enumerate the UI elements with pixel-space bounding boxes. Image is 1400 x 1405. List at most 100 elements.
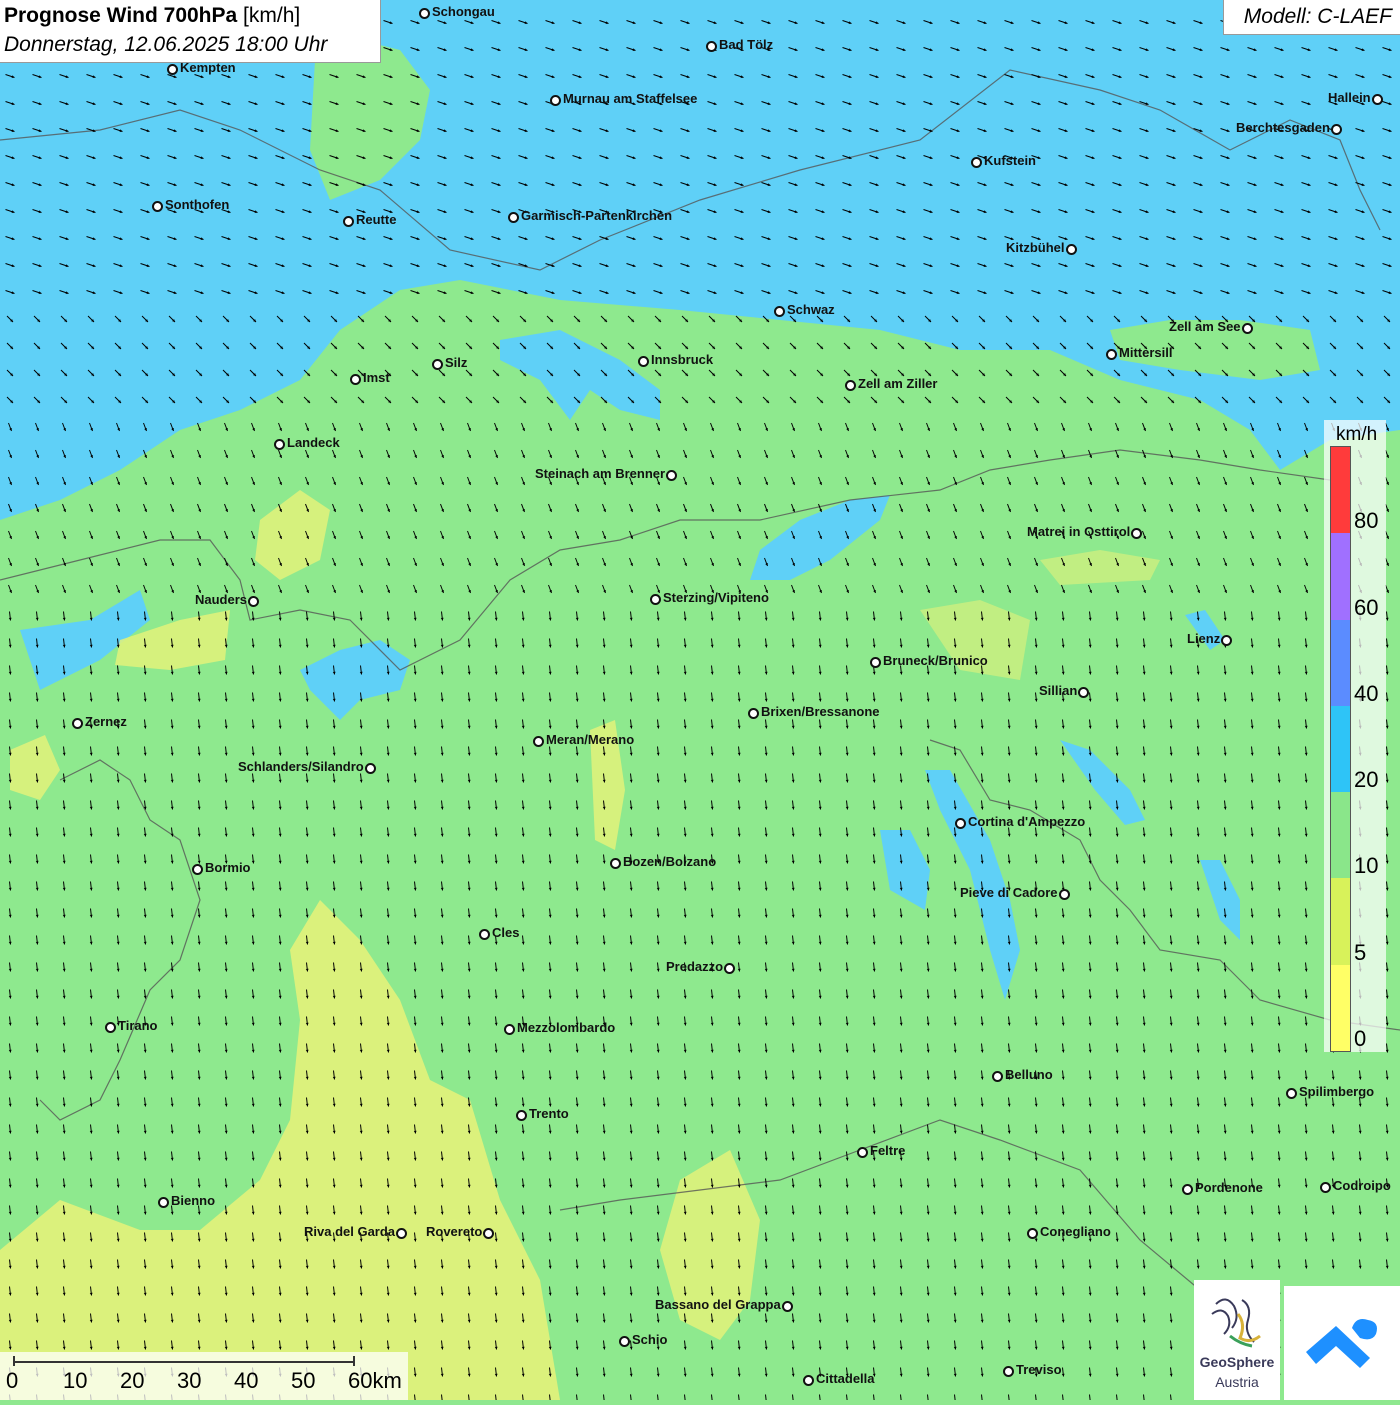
city-label: Bienno <box>171 1193 215 1208</box>
legend-label: 60 <box>1354 595 1378 621</box>
city-label: Cortina d'Ampezzo <box>968 814 1085 829</box>
city-marker <box>365 763 376 774</box>
scale-label: 60km <box>348 1368 402 1394</box>
city-marker <box>992 1071 1003 1082</box>
city-label: Zell am Ziller <box>858 376 937 391</box>
legend-color-segment <box>1331 792 1350 878</box>
model-panel: Modell: C-LAEF <box>1223 0 1400 35</box>
model-label: Modell: C-LAEF <box>1244 5 1392 29</box>
city-marker <box>1182 1184 1193 1195</box>
city-marker <box>1027 1228 1038 1239</box>
city-marker <box>1078 687 1089 698</box>
city-label: Bad Tölz <box>719 37 773 52</box>
legend-color-segment <box>1331 706 1350 792</box>
city-marker <box>192 864 203 875</box>
legend-label: 80 <box>1354 508 1378 534</box>
city-marker <box>724 963 735 974</box>
city-marker <box>971 157 982 168</box>
city-marker <box>516 1110 527 1121</box>
city-label: Kempten <box>180 60 236 75</box>
city-label: Trento <box>529 1106 569 1121</box>
geosphere-logo[interactable]: GeoSphere Austria <box>1194 1280 1280 1400</box>
legend-color-segment <box>1331 878 1350 964</box>
legend-label: 0 <box>1354 1026 1366 1052</box>
map-title: Prognose Wind 700hPa [km/h] <box>4 4 300 28</box>
city-label: Pordenone <box>1195 1180 1263 1195</box>
scale-label: 20 <box>120 1368 144 1394</box>
title-bold: Prognose Wind 700hPa <box>4 4 237 27</box>
city-marker <box>955 818 966 829</box>
scale-bar: 0102030405060km <box>0 1352 408 1400</box>
city-label: Schwaz <box>787 302 835 317</box>
city-marker <box>152 201 163 212</box>
city-label: Nauders <box>195 592 247 607</box>
city-label: Mittersill <box>1119 345 1172 360</box>
title-panel: Prognose Wind 700hPa [km/h] Donnerstag, … <box>0 0 381 63</box>
city-marker <box>248 596 259 607</box>
city-label: Belluno <box>1005 1067 1053 1082</box>
city-label: Sterzing/Vipiteno <box>663 590 769 605</box>
city-label: Matrei in Osttirol <box>1027 524 1130 539</box>
legend-label: 10 <box>1354 853 1378 879</box>
legend-label: 40 <box>1354 681 1378 707</box>
scale-label: 50 <box>291 1368 315 1394</box>
app-logo-icon <box>1284 1286 1400 1400</box>
city-marker <box>1059 889 1070 900</box>
city-marker <box>1320 1182 1331 1193</box>
city-marker <box>1106 349 1117 360</box>
city-label: Kufstein <box>984 153 1036 168</box>
city-label: Treviso <box>1016 1362 1062 1377</box>
legend: km/h 806040201050 <box>1324 420 1386 1052</box>
city-marker <box>274 439 285 450</box>
city-marker <box>1066 244 1077 255</box>
city-label: Pieve di Cadore <box>960 885 1058 900</box>
city-label: Sonthofen <box>165 197 229 212</box>
legend-unit: km/h <box>1336 424 1377 446</box>
scale-label: 30 <box>177 1368 201 1394</box>
city-label: Conegliano <box>1040 1224 1111 1239</box>
city-marker <box>1131 528 1142 539</box>
city-marker <box>666 470 677 481</box>
city-marker <box>870 657 881 668</box>
city-label: Garmisch-Partenkirchen <box>521 208 672 223</box>
city-marker <box>479 929 490 940</box>
city-label: Schongau <box>432 4 495 19</box>
city-label: Mezzolombardo <box>517 1020 615 1035</box>
geosphere-logo-subtext: Austria <box>1194 1374 1280 1390</box>
title-unit: [km/h] <box>243 4 300 27</box>
city-marker <box>857 1147 868 1158</box>
legend-color-bar <box>1330 446 1351 1052</box>
app-logo[interactable] <box>1284 1286 1400 1400</box>
city-marker <box>72 718 83 729</box>
city-label: Murnau am Staffelsee <box>563 91 697 106</box>
city-marker <box>508 212 519 223</box>
city-label: Spilimbergo <box>1299 1084 1374 1099</box>
city-label: Bormio <box>205 860 251 875</box>
city-label: Sillian <box>1039 683 1077 698</box>
city-label: Lienz <box>1187 631 1220 646</box>
city-marker <box>638 356 649 367</box>
city-label: Landeck <box>287 435 340 450</box>
scale-label: 10 <box>63 1368 87 1394</box>
city-marker <box>748 708 759 719</box>
city-label: Zell am See <box>1169 319 1241 334</box>
city-marker <box>1331 124 1342 135</box>
legend-color-segment <box>1331 965 1350 1051</box>
city-label: Steinach am Brenner <box>535 466 665 481</box>
city-marker <box>1221 635 1232 646</box>
city-label: Codroipo <box>1333 1178 1391 1193</box>
city-marker <box>1286 1088 1297 1099</box>
city-marker <box>1003 1366 1014 1377</box>
city-marker <box>432 359 443 370</box>
city-label: Innsbruck <box>651 352 713 367</box>
city-marker <box>105 1022 116 1033</box>
city-label: Schlanders/Silandro <box>238 759 364 774</box>
city-label: Schio <box>632 1332 667 1347</box>
city-label: Bozen/Bolzano <box>623 854 716 869</box>
city-marker <box>650 594 661 605</box>
city-label: Berchtesgaden <box>1236 120 1330 135</box>
city-label: Kitzbühel <box>1006 240 1065 255</box>
city-label: Hallein <box>1328 90 1371 105</box>
legend-color-segment <box>1331 533 1350 619</box>
city-marker <box>1372 94 1383 105</box>
